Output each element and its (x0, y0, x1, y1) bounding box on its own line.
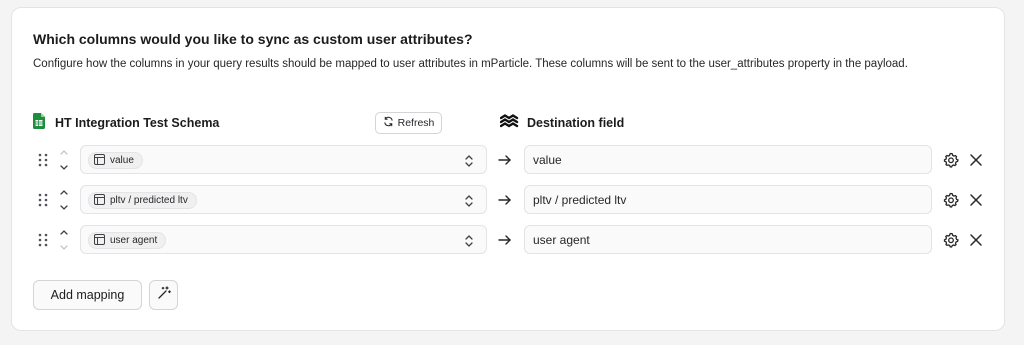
reorder-icon[interactable] (59, 228, 69, 252)
destination-field-label: Destination field (527, 116, 625, 130)
reorder-icon[interactable] (59, 148, 69, 172)
column-pill: value (88, 152, 143, 169)
source-column-select[interactable]: pltv / predicted ltv (80, 185, 487, 214)
column-icon (94, 153, 105, 168)
drag-handle-icon[interactable] (38, 233, 48, 247)
gear-icon[interactable] (943, 232, 959, 248)
destination-field-input[interactable]: pltv / predicted ltv (524, 185, 932, 214)
arrow-right-icon (497, 233, 513, 247)
section-description: Configure how the columns in your query … (33, 58, 908, 70)
refresh-button[interactable]: Refresh (375, 112, 442, 134)
mparticle-logo-icon (499, 113, 519, 133)
magic-wand-icon (157, 285, 171, 305)
reorder-icon[interactable] (59, 188, 69, 212)
close-icon[interactable] (969, 233, 983, 247)
source-column-select[interactable]: value (80, 145, 487, 174)
close-icon[interactable] (969, 153, 983, 167)
source-header: HT Integration Test Schema (33, 112, 220, 134)
source-column-name: user agent (110, 235, 158, 246)
source-column-name: pltv / predicted ltv (110, 195, 188, 206)
refresh-icon (383, 116, 394, 130)
google-sheets-icon (33, 112, 45, 134)
section-title: Which columns would you like to sync as … (33, 31, 473, 47)
chevron-up-down-icon (464, 193, 474, 209)
column-icon (94, 233, 105, 248)
add-mapping-button[interactable]: Add mapping (33, 280, 142, 310)
arrow-right-icon (497, 193, 513, 207)
destination-field-input[interactable]: user agent (524, 225, 932, 254)
column-pill: user agent (88, 232, 167, 249)
column-pill: pltv / predicted ltv (88, 192, 197, 209)
destination-field-input[interactable]: value (524, 145, 932, 174)
chevron-up-down-icon (464, 153, 474, 169)
gear-icon[interactable] (943, 152, 959, 168)
arrow-right-icon (497, 153, 513, 167)
mapping-row: user agent user agent (0, 225, 1024, 255)
mapping-row: value value (0, 145, 1024, 175)
refresh-label: Refresh (397, 117, 435, 129)
destination-header: Destination field (499, 113, 625, 133)
magic-wand-button[interactable] (149, 280, 178, 310)
source-column-select[interactable]: user agent (80, 225, 487, 254)
close-icon[interactable] (969, 193, 983, 207)
chevron-up-down-icon (464, 233, 474, 249)
source-column-name: value (110, 155, 134, 166)
drag-handle-icon[interactable] (38, 153, 48, 167)
source-schema-label: HT Integration Test Schema (55, 116, 220, 130)
column-icon (94, 193, 105, 208)
drag-handle-icon[interactable] (38, 193, 48, 207)
gear-icon[interactable] (943, 192, 959, 208)
mapping-row: pltv / predicted ltv pltv / predicted lt… (0, 185, 1024, 215)
